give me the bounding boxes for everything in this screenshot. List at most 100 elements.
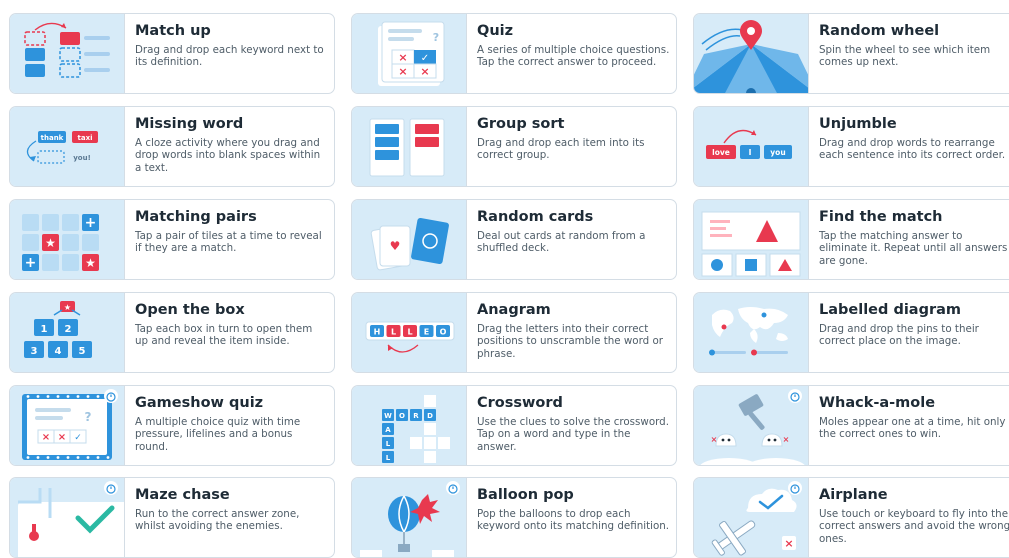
svg-text:2: 2 <box>65 324 72 335</box>
template-description: Run to the correct answer zone, whilst a… <box>135 508 300 533</box>
template-description: A multiple choice quiz with time pressur… <box>135 416 301 453</box>
template-description: A series of multiple choice questions. T… <box>477 44 670 69</box>
svg-text:thank: thank <box>41 134 64 142</box>
random-cards-icon: ♥ <box>352 200 467 279</box>
template-title: Matching pairs <box>135 209 257 225</box>
template-title: Random cards <box>477 209 594 225</box>
template-title: Open the box <box>135 302 245 318</box>
template-card-quiz[interactable]: ? × ✓ × × Quiz A series of multiple choice… <box>351 13 677 94</box>
template-card-anagram[interactable]: H L L E O Anagram Drag the letters into their … <box>351 292 677 373</box>
template-title: Group sort <box>477 116 565 132</box>
template-card-random-cards[interactable]: ♥ Random cards Deal out cards at random f… <box>351 199 677 280</box>
svg-text:×: × <box>784 537 793 550</box>
template-card-airplane[interactable]: × Airplane Use touch or keyboard to fly in… <box>693 477 1009 558</box>
svg-text:×: × <box>420 65 429 78</box>
template-card-match-up[interactable]: Match up Drag and drop each keyword next … <box>9 13 335 94</box>
matching-pairs-icon: + ★ + ★ <box>10 200 125 279</box>
svg-text:R: R <box>413 412 419 420</box>
template-description: Tap the matching answer to eliminate it.… <box>819 230 1008 267</box>
unjumble-icon: love I you <box>694 107 809 186</box>
group-sort-icon <box>352 107 467 186</box>
labelled-diagram-icon <box>694 293 809 372</box>
template-description: Moles appear one at a time, hit only the… <box>819 416 1006 441</box>
svg-text:×: × <box>711 435 718 444</box>
timer-badge-icon <box>788 481 802 495</box>
template-title: Random wheel <box>819 23 940 39</box>
template-card-maze-chase[interactable]: Maze chase Run to the correct answer zone… <box>9 477 335 558</box>
missing-word-icon: thank taxi you! <box>10 107 125 186</box>
template-grid: Match up Drag and drop each keyword next … <box>0 0 1009 558</box>
template-title: Unjumble <box>819 116 897 132</box>
svg-text:I: I <box>749 148 752 157</box>
timer-badge-icon <box>104 481 118 495</box>
quiz-icon: ? × ✓ × × <box>352 14 467 93</box>
svg-text:L: L <box>386 440 391 448</box>
template-title: Crossword <box>477 395 563 411</box>
svg-text:×: × <box>398 65 407 78</box>
svg-text:+: + <box>85 215 97 231</box>
svg-text:W: W <box>384 412 392 420</box>
template-card-matching-pairs[interactable]: + ★ + ★ Matching pairs Tap a pair of tiles at… <box>9 199 335 280</box>
open-the-box-icon: ★ 1 2 3 4 5 <box>10 293 125 372</box>
svg-text:L: L <box>386 454 391 462</box>
template-title: Whack-a-mole <box>819 395 936 411</box>
template-card-find-the-match[interactable]: Find the match Tap the matching answer to… <box>693 199 1009 280</box>
template-description: Tap each box in turn to open them up and… <box>135 323 313 348</box>
svg-text:O: O <box>399 412 405 420</box>
svg-text:H: H <box>374 328 381 337</box>
template-card-unjumble[interactable]: love I you Unjumble Drag and drop words to… <box>693 106 1009 187</box>
svg-text:?: ? <box>433 31 439 44</box>
template-title: Balloon pop <box>477 487 574 503</box>
svg-text:♥: ♥ <box>390 239 401 253</box>
template-description: Drag and drop each keyword next to its d… <box>135 44 324 69</box>
template-card-group-sort[interactable]: Group sort Drag and drop each item into i… <box>351 106 677 187</box>
svg-text:×: × <box>398 51 407 64</box>
svg-text:you: you <box>770 148 785 157</box>
template-description: Pop the balloons to drop each keyword on… <box>477 508 670 533</box>
svg-text:4: 4 <box>55 346 62 357</box>
crossword-icon: WORDALL <box>352 386 467 465</box>
svg-text:3: 3 <box>31 346 38 357</box>
timer-badge-icon <box>788 389 802 403</box>
template-description: Use touch or keyboard to fly into the co… <box>819 508 1009 545</box>
svg-text:5: 5 <box>79 346 86 357</box>
svg-text:L: L <box>407 328 412 337</box>
template-title: Missing word <box>135 116 244 132</box>
template-card-crossword[interactable]: WORDALL Crossword Use the clues to solve … <box>351 385 677 466</box>
template-description: Drag and drop words to rearrange each se… <box>819 137 1006 162</box>
template-description: Drag and drop the pins to their correct … <box>819 323 979 348</box>
random-wheel-icon <box>694 14 809 93</box>
svg-text:D: D <box>427 412 433 420</box>
svg-text:★: ★ <box>85 256 96 270</box>
svg-text:×: × <box>783 435 790 444</box>
template-description: A cloze activity where you drag and drop… <box>135 137 321 174</box>
find-the-match-icon <box>694 200 809 279</box>
timer-badge-icon <box>104 389 118 403</box>
template-card-gameshow-quiz[interactable]: ? × × ✓ Gameshow quiz A multiple choice qu… <box>9 385 335 466</box>
template-card-labelled-diagram[interactable]: Labelled diagram Drag and drop the pins t… <box>693 292 1009 373</box>
svg-text:A: A <box>385 426 391 434</box>
template-card-balloon-pop[interactable]: Balloon pop Pop the balloons to drop each… <box>351 477 677 558</box>
template-description: Deal out cards at random from a shuffled… <box>477 230 646 255</box>
template-card-open-the-box[interactable]: ★ 1 2 3 4 5 Open the box Tap each box in t… <box>9 292 335 373</box>
svg-text:✓: ✓ <box>421 53 429 64</box>
svg-text:+: + <box>25 255 37 271</box>
template-title: Match up <box>135 23 211 39</box>
svg-text:L: L <box>391 328 396 337</box>
svg-text:×: × <box>58 432 66 443</box>
svg-text:E: E <box>424 328 429 337</box>
template-description: Tap a pair of tiles at a time to reveal … <box>135 230 322 255</box>
template-title: Maze chase <box>135 487 230 503</box>
template-card-missing-word[interactable]: thank taxi you! Missing word A cloze acti… <box>9 106 335 187</box>
svg-text:?: ? <box>85 410 92 424</box>
template-title: Find the match <box>819 209 943 225</box>
svg-text:O: O <box>440 328 447 337</box>
template-title: Airplane <box>819 487 888 503</box>
template-description: Spin the wheel to see which item comes u… <box>819 44 991 69</box>
template-card-random-wheel[interactable]: Random wheel Spin the wheel to see which … <box>693 13 1009 94</box>
template-description: Use the clues to solve the crossword. Ta… <box>477 416 669 453</box>
template-card-whack-a-mole[interactable]: × × Whack-a-mole Moles appear one at a tim… <box>693 385 1009 466</box>
template-description: Drag and drop each item into its correct… <box>477 137 645 162</box>
svg-text:✓: ✓ <box>74 433 82 443</box>
match-up-icon <box>10 14 125 93</box>
